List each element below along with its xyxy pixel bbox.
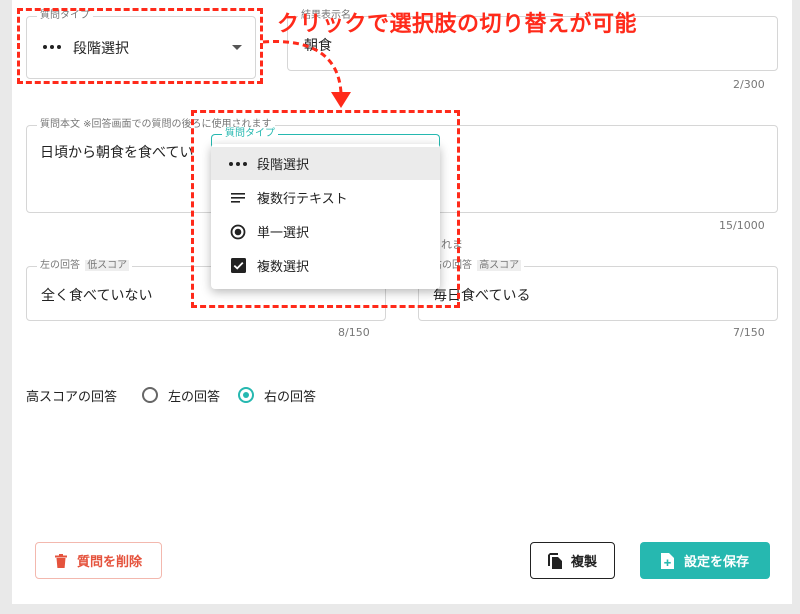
radio-right-answer-label[interactable]: 右の回答 [264, 386, 316, 405]
file-add-icon [660, 552, 674, 569]
left-answer-value: 全く食べていない [41, 288, 153, 304]
radio-right-answer[interactable] [238, 387, 255, 403]
question-type-value: 段階選択 [73, 41, 129, 57]
left-answer-label-wrap: 左の回答 低スコア [37, 259, 133, 273]
menu-item-multiline[interactable]: 複数行テキスト [211, 181, 440, 214]
save-settings-label: 設定を保存 [683, 555, 749, 570]
right-answer-label-wrap: 右の回答 高スコア [429, 259, 525, 273]
menu-item-steps-label: 段階選択 [257, 158, 310, 173]
page-frame-left [0, 0, 12, 614]
copy-icon [547, 552, 562, 569]
page-frame-right [792, 0, 800, 614]
dropdown-outline-label: 質問タイプ [222, 127, 278, 141]
question-type-menu: 段階選択 複数行テキスト 単一選択 複数選択 [211, 144, 440, 289]
question-type-label: 質問タイプ [37, 9, 93, 23]
duplicate-label: 複製 [570, 555, 597, 570]
question-type-select[interactable]: 質問タイプ 段階選択 [26, 9, 256, 79]
lines-icon [230, 192, 246, 204]
question-body-value: 日頃から朝食を食べてい [40, 145, 194, 161]
menu-item-multiple-label: 複数選択 [257, 260, 310, 275]
page-frame-bottom [0, 604, 800, 614]
steps-icon [229, 161, 247, 166]
checkbox-icon [230, 258, 246, 273]
delete-question-label: 質問を削除 [76, 555, 142, 570]
menu-item-single[interactable]: 単一選択 [211, 215, 440, 248]
delete-question-button[interactable]: 質問を削除 [35, 542, 162, 579]
annotation-text: クリックで選択肢の切り替えが可能 [277, 12, 638, 37]
duplicate-button[interactable]: 複製 [530, 542, 615, 579]
radio-left-answer[interactable] [142, 387, 159, 403]
menu-item-single-label: 単一選択 [257, 226, 310, 241]
chevron-down-icon[interactable] [232, 45, 242, 50]
radio-icon [230, 224, 246, 240]
question-body-counter: 15/1000 [719, 219, 765, 232]
menu-item-multiple[interactable]: 複数選択 [211, 249, 440, 282]
high-score-label: 高スコアの回答 [26, 389, 118, 405]
result-display-counter: 2/300 [733, 78, 765, 91]
menu-item-multiline-label: 複数行テキスト [257, 192, 348, 207]
left-answer-label: 左の回答 [40, 260, 80, 271]
save-settings-button[interactable]: 設定を保存 [640, 542, 770, 579]
menu-item-steps[interactable]: 段階選択 [211, 147, 440, 180]
left-answer-tag: 低スコア [85, 260, 130, 271]
annotation-arrow [262, 40, 351, 108]
high-score-group: 高スコアの回答 左の回答 右の回答 [26, 385, 316, 405]
right-answer-field[interactable]: 右の回答 高スコア 毎日食べている [418, 259, 778, 321]
right-answer-tag: 高スコア [477, 260, 522, 271]
trash-icon [54, 553, 67, 568]
hint-fragment: れま [441, 238, 463, 251]
right-answer-counter: 7/150 [733, 326, 765, 339]
left-answer-counter: 8/150 [338, 326, 370, 339]
radio-left-answer-label[interactable]: 左の回答 [168, 386, 220, 405]
steps-icon [43, 45, 61, 49]
right-answer-value: 毎日食べている [433, 288, 531, 304]
